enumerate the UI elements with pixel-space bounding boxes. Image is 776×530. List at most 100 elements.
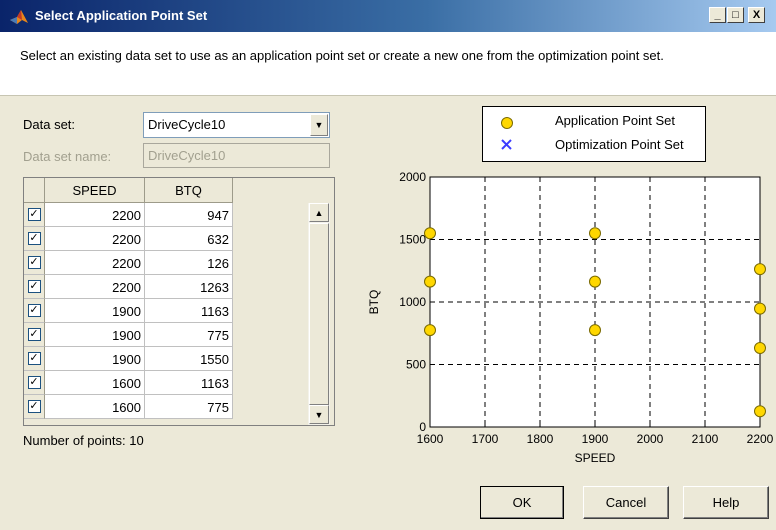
row-checkbox[interactable]: ✓ xyxy=(27,376,41,389)
row-checkbox[interactable]: ✓ xyxy=(27,256,41,269)
speed-cell[interactable]: 1900 xyxy=(45,299,145,323)
data-set-selected-value: DriveCycle10 xyxy=(148,117,226,132)
scatter-chart: 1600 1700 1800 1900 2000 2100 2200 0 500 1000 1500… xyxy=(350,100,776,480)
checkbox-column-header xyxy=(24,178,45,203)
btq-cell[interactable]: 775 xyxy=(145,323,233,347)
data-point xyxy=(589,324,601,337)
btq-cell[interactable]: 1550 xyxy=(145,347,233,371)
row-checkbox[interactable]: ✓ xyxy=(27,208,41,221)
speed-cell[interactable]: 2200 xyxy=(45,275,145,299)
data-point xyxy=(754,302,766,315)
speed-cell[interactable]: 1600 xyxy=(45,395,145,419)
table-header: SPEED BTQ xyxy=(24,178,233,203)
speed-cell[interactable]: 1900 xyxy=(45,323,145,347)
btq-cell[interactable]: 1163 xyxy=(145,299,233,323)
y-tick-label: 500 xyxy=(406,358,426,372)
legend-markers xyxy=(501,117,513,150)
speed-cell[interactable]: 2200 xyxy=(45,227,145,251)
data-set-name-field[interactable]: DriveCycle10 xyxy=(143,143,330,168)
number-of-points-label: Number of points: 10 xyxy=(23,433,144,448)
row-checkbox-cell: ✓ xyxy=(24,323,45,347)
data-point xyxy=(589,275,601,288)
minimize-button[interactable]: _ xyxy=(709,7,726,23)
data-set-dropdown[interactable]: DriveCycle10 ▼ xyxy=(143,112,330,138)
row-checkbox-cell: ✓ xyxy=(24,251,45,275)
row-checkbox-cell: ✓ xyxy=(24,371,45,395)
x-tick-label: 2200 xyxy=(747,432,774,446)
table-row[interactable]: ✓ 1900 1550 xyxy=(24,347,233,371)
row-checkbox[interactable]: ✓ xyxy=(27,352,41,365)
row-checkbox-cell: ✓ xyxy=(24,203,45,227)
table-row[interactable]: ✓ 2200 947 xyxy=(24,203,233,227)
x-tick-label: 2000 xyxy=(637,432,664,446)
table-row[interactable]: ✓ 1600 1163 xyxy=(24,371,233,395)
table-row[interactable]: ✓ 2200 632 xyxy=(24,227,233,251)
scroll-down-icon[interactable]: ▼ xyxy=(309,405,329,424)
x-tick-label: 1800 xyxy=(527,432,554,446)
scroll-up-icon[interactable]: ▲ xyxy=(309,203,329,222)
row-checkbox[interactable]: ✓ xyxy=(27,280,41,293)
y-tick-label: 1500 xyxy=(399,233,426,247)
y-tick-label: 2000 xyxy=(399,170,426,184)
column-header-btq[interactable]: BTQ xyxy=(145,178,233,203)
x-tick-label: 1600 xyxy=(417,432,444,446)
scroll-thumb[interactable] xyxy=(309,223,329,405)
speed-cell[interactable]: 1900 xyxy=(45,347,145,371)
x-tick-label: 1700 xyxy=(472,432,499,446)
btq-cell[interactable]: 947 xyxy=(145,203,233,227)
legend-marker-circle-icon xyxy=(501,117,513,129)
chart-legend: Application Point Set Optimization Point… xyxy=(482,106,706,162)
btq-cell[interactable]: 632 xyxy=(145,227,233,251)
title-bar[interactable]: Select Application Point Set _ □ X xyxy=(0,0,776,32)
help-button[interactable]: Help xyxy=(683,486,769,519)
speed-cell[interactable]: 2200 xyxy=(45,251,145,275)
dropdown-arrow-icon[interactable]: ▼ xyxy=(310,114,328,136)
row-checkbox[interactable]: ✓ xyxy=(27,232,41,245)
maximize-button[interactable]: □ xyxy=(727,7,744,23)
row-checkbox[interactable]: ✓ xyxy=(27,328,41,341)
row-checkbox[interactable]: ✓ xyxy=(27,400,41,413)
y-tick-label: 0 xyxy=(419,420,426,434)
row-checkbox-cell: ✓ xyxy=(24,395,45,419)
speed-cell[interactable]: 1600 xyxy=(45,371,145,395)
btq-cell[interactable]: 1263 xyxy=(145,275,233,299)
column-header-speed[interactable]: SPEED xyxy=(45,178,145,203)
table-row[interactable]: ✓ 2200 126 xyxy=(24,251,233,275)
points-table: SPEED BTQ ✓ 2200 947 ✓ 2200 632 ✓ 2200 126 ✓ 2200 1… xyxy=(23,177,335,426)
ok-button[interactable]: OK xyxy=(480,486,564,519)
data-point xyxy=(424,227,436,240)
table-row[interactable]: ✓ 1600 775 xyxy=(24,395,233,419)
data-set-label: Data set: xyxy=(23,117,76,132)
table-body: ✓ 2200 947 ✓ 2200 632 ✓ 2200 126 ✓ 2200 1263 ✓ 1900 11… xyxy=(24,203,233,419)
matlab-logo-icon xyxy=(10,10,28,24)
data-point xyxy=(424,275,436,288)
legend-label-optimization: Optimization Point Set xyxy=(555,137,684,152)
data-point xyxy=(424,324,436,337)
dialog-window: Select Application Point Set _ □ X Selec… xyxy=(0,0,776,530)
table-row[interactable]: ✓ 1900 1163 xyxy=(24,299,233,323)
row-checkbox[interactable]: ✓ xyxy=(27,304,41,317)
window-title: Select Application Point Set xyxy=(35,8,208,23)
row-checkbox-cell: ✓ xyxy=(24,299,45,323)
row-checkbox-cell: ✓ xyxy=(24,275,45,299)
close-button[interactable]: X xyxy=(748,7,765,23)
table-row[interactable]: ✓ 1900 775 xyxy=(24,323,233,347)
cancel-button[interactable]: Cancel xyxy=(583,486,669,519)
window-controls: _ □ X xyxy=(709,7,765,23)
data-point xyxy=(589,227,601,240)
legend-label-application: Application Point Set xyxy=(555,113,675,128)
y-axis-label: BTQ xyxy=(367,290,381,315)
btq-cell[interactable]: 126 xyxy=(145,251,233,275)
x-tick-label: 1900 xyxy=(582,432,609,446)
row-checkbox-cell: ✓ xyxy=(24,347,45,371)
table-scrollbar[interactable]: ▲ ▼ xyxy=(308,203,330,425)
data-point xyxy=(754,405,766,418)
btq-cell[interactable]: 775 xyxy=(145,395,233,419)
data-set-name-label: Data set name: xyxy=(23,149,112,164)
row-checkbox-cell: ✓ xyxy=(24,227,45,251)
x-tick-label: 2100 xyxy=(692,432,719,446)
table-row[interactable]: ✓ 2200 1263 xyxy=(24,275,233,299)
speed-cell[interactable]: 2200 xyxy=(45,203,145,227)
btq-cell[interactable]: 1163 xyxy=(145,371,233,395)
instructions-text: Select an existing data set to use as an… xyxy=(0,32,776,96)
